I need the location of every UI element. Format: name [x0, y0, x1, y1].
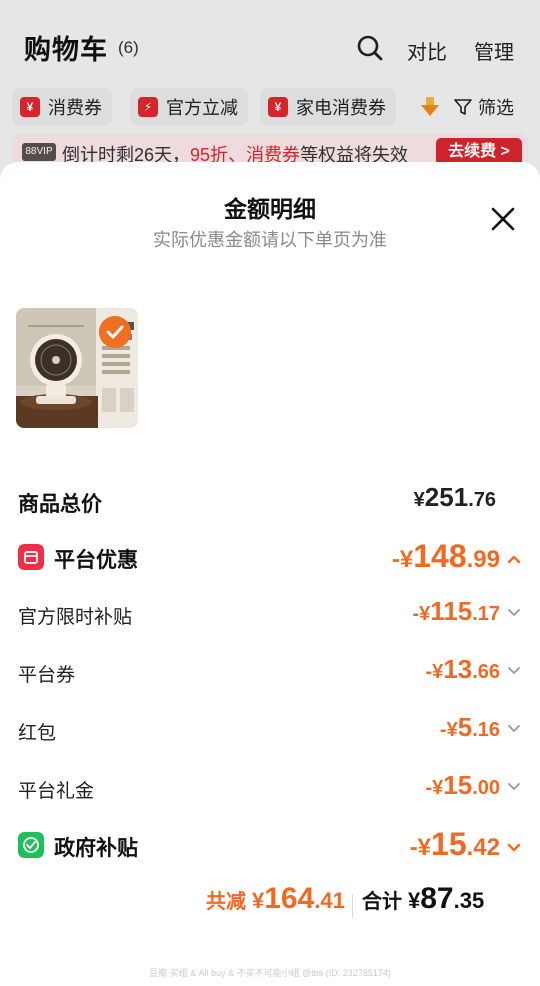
amount-integer: 15 [443, 770, 473, 800]
currency-symbol: ¥ [252, 888, 265, 913]
chevron-down-icon [508, 783, 520, 790]
amount-integer: 5 [457, 712, 473, 742]
totals-divider [352, 894, 353, 918]
red-packet-amount: -¥ 5 .16 [440, 712, 522, 743]
currency-symbol: -¥ [409, 834, 432, 861]
currency-symbol: ¥ [413, 489, 425, 511]
amount-decimal: .76 [468, 489, 496, 511]
sheet-title: 金额明细 [224, 196, 316, 222]
total-price-row: 商品总价 ¥ 251 .76 [18, 480, 522, 524]
amount-integer: 251 [424, 482, 469, 512]
total-saved: 共减 ¥ 164 .41 [206, 882, 345, 916]
official-subsidy-row[interactable]: 官方限时补贴 -¥ 115 .17 [18, 594, 522, 638]
gov-subsidy-label: 政府补贴 [54, 837, 138, 860]
currency-symbol: ¥ [408, 888, 421, 913]
grand-total: 合计 ¥ 87 .35 [362, 882, 484, 916]
amount-decimal: .16 [472, 719, 500, 741]
amount-integer: 87 [420, 882, 454, 915]
chevron-down-icon [507, 843, 521, 852]
red-packet-row[interactable]: 红包 -¥ 5 .16 [18, 710, 522, 754]
amount-integer: 148 [413, 538, 467, 574]
platform-coupon-amount: -¥ 13 .66 [425, 654, 522, 685]
amount-integer: 13 [443, 654, 473, 684]
gov-subsidy-row[interactable]: 政府补贴 -¥ 15 .42 [18, 824, 522, 868]
gov-subsidy-icon [18, 832, 44, 858]
amount-decimal: .41 [314, 888, 345, 913]
official-subsidy-amount: -¥ 115 .17 [412, 596, 522, 627]
currency-symbol: -¥ [439, 719, 458, 741]
currency-symbol: -¥ [425, 661, 444, 683]
platform-coupon-label: 平台券 [18, 665, 76, 686]
total-price-amount: ¥ 251 .76 [414, 482, 496, 513]
official-subsidy-label: 官方限时补贴 [18, 607, 133, 628]
amount-decimal: .17 [472, 603, 500, 625]
amount-decimal: .99 [466, 546, 500, 573]
platform-gift-row[interactable]: 平台礼金 -¥ 15 .00 [18, 768, 522, 812]
amount-integer: 115 [430, 596, 473, 626]
platform-gift-amount: -¥ 15 .00 [425, 770, 522, 801]
chevron-down-icon [508, 667, 520, 674]
amount-decimal: .42 [466, 834, 500, 861]
chevron-down-icon [508, 725, 520, 732]
total-price-label: 商品总价 [18, 493, 102, 516]
amount-decimal: .00 [472, 777, 500, 799]
chevron-down-icon [508, 609, 520, 616]
gov-subsidy-amount: -¥ 15 .42 [410, 826, 522, 863]
grand-total-label: 合计 [362, 891, 402, 913]
amount-integer: 15 [431, 826, 467, 862]
sheet-subtitle: 实际优惠金额请以下单页为准 [153, 230, 387, 250]
totals-line: 共减 ¥ 164 .41 合计 ¥ 87 .35 [0, 882, 540, 932]
chevron-up-icon [507, 555, 521, 564]
amount-decimal: .66 [472, 661, 500, 683]
platform-discount-amount: -¥ 148 .99 [392, 538, 522, 575]
amount-decimal: .35 [453, 888, 485, 913]
platform-coupon-row[interactable]: 平台券 -¥ 13 .66 [18, 652, 522, 696]
amount-integer: 164 [264, 882, 315, 915]
platform-discount-row[interactable]: 平台优惠 -¥ 148 .99 [18, 536, 522, 580]
selected-check-icon [99, 316, 131, 348]
platform-discount-label: 平台优惠 [54, 549, 138, 572]
red-packet-label: 红包 [18, 723, 57, 744]
watermark-note: 豆瓣 买组 & All buy & 不买不可能小组 @tbs (ID: 2327… [149, 968, 391, 978]
currency-symbol: -¥ [412, 603, 431, 625]
total-saved-label: 共减 [206, 891, 246, 913]
platform-gift-label: 平台礼金 [18, 781, 95, 802]
currency-symbol: -¥ [425, 777, 444, 799]
red-coupon-icon [18, 544, 44, 570]
close-icon[interactable] [488, 204, 518, 234]
amount-detail-sheet: 金额明细 实际优惠金额请以下单页为准 商品总价 ¥ 251 .76 平台优惠 -… [0, 162, 540, 986]
currency-symbol: -¥ [391, 546, 414, 573]
